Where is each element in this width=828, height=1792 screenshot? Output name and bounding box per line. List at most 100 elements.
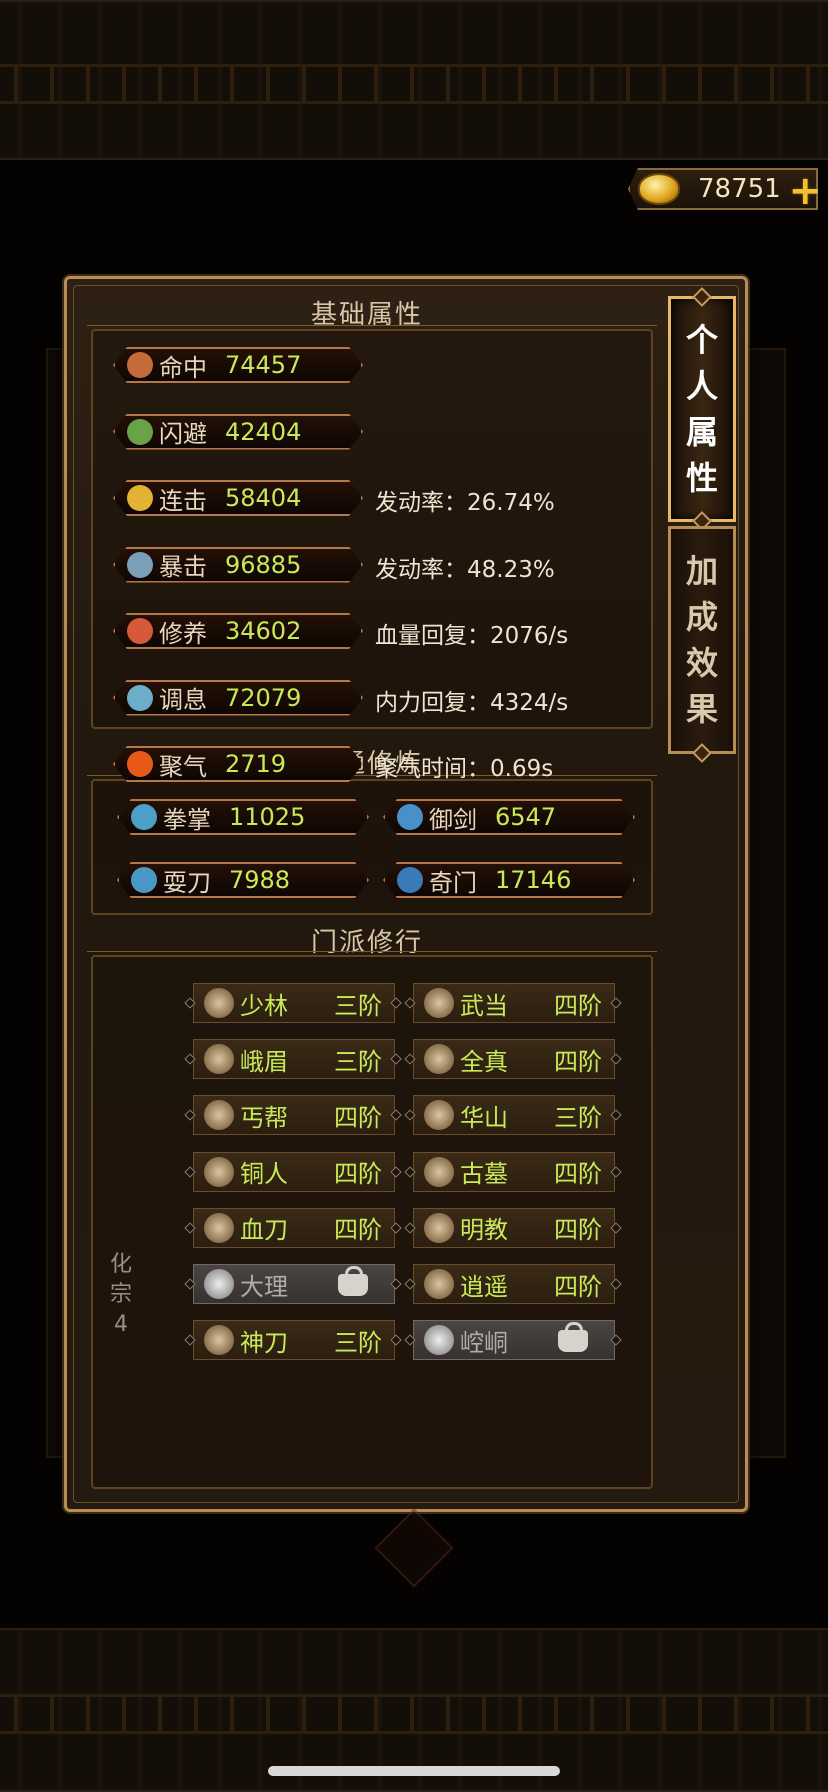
stat-extra: 发动率：26.74% <box>375 490 555 516</box>
huashan-icon <box>424 1100 454 1131</box>
basic-attributes-box <box>87 325 657 729</box>
blood-blade-icon <box>204 1212 234 1243</box>
currency-display: 78751 + <box>628 168 818 210</box>
stat-value: 34602 <box>225 617 302 645</box>
bronze-man-icon <box>204 1156 234 1187</box>
sect-item[interactable]: 峨眉 三阶 <box>193 1039 395 1080</box>
sect-rank: 四阶 <box>334 1216 382 1245</box>
sect-rank: 四阶 <box>554 991 602 1020</box>
stat-label: 命中 <box>159 353 207 382</box>
stat-row-2: 闪避 42404 <box>113 414 363 450</box>
sword-icon <box>397 804 423 830</box>
stat-row-6: 调息 72079 <box>113 680 363 716</box>
stat-label: 闪避 <box>159 420 207 448</box>
heart-icon <box>127 618 153 644</box>
crit-icon <box>127 552 153 578</box>
sect-item[interactable]: 铜人 四阶 <box>193 1151 395 1192</box>
stat-row-4: 暴击 96885 <box>113 547 363 583</box>
flame-icon <box>127 751 153 777</box>
tab-bonus-effects-label: 加成效果 <box>685 552 718 728</box>
sect-item[interactable]: 大理 <box>193 1264 395 1304</box>
sect-name: 古墓 <box>460 1160 508 1189</box>
stat-value: 42404 <box>225 417 302 446</box>
sect-name: 峨眉 <box>240 1047 288 1076</box>
mastery-item-3: 耍刀 7988 <box>117 862 369 898</box>
stat-value: 11025 <box>229 803 306 831</box>
tab-personal-attributes[interactable]: 个人属性 <box>668 287 736 531</box>
sect-item[interactable]: 明教 四阶 <box>413 1207 615 1248</box>
stat-label: 暴击 <box>159 553 207 581</box>
top-decor-band <box>0 0 828 160</box>
sect-name: 丐帮 <box>240 1103 288 1132</box>
sect-rank: 三阶 <box>334 1047 382 1076</box>
close-icon[interactable] <box>374 1508 454 1588</box>
stat-row-1: 命中 74457 <box>113 347 363 383</box>
tab-bonus-effects[interactable]: 加成效果 <box>668 526 736 763</box>
stat-label: 御剑 <box>429 805 477 834</box>
tab-personal-attributes-label: 个人属性 <box>685 321 718 497</box>
stat-extra: 内力回复：4324/s <box>375 689 569 716</box>
wudang-icon <box>424 988 454 1018</box>
stat-extra: 发动率：48.23% <box>375 556 555 583</box>
sect-name: 明教 <box>460 1216 508 1245</box>
sect-name: 崆峒 <box>460 1328 508 1357</box>
lock-icon <box>338 1266 368 1296</box>
sect-item[interactable]: 华山 三阶 <box>413 1095 615 1136</box>
emei-icon <box>204 1044 234 1075</box>
stat-value: 17146 <box>495 866 572 894</box>
stat-value: 6547 <box>495 803 557 831</box>
shaolin-icon <box>204 988 234 1018</box>
xiaoyao-icon <box>424 1269 454 1299</box>
divine-blade-icon <box>204 1325 234 1356</box>
sect-item[interactable]: 血刀 四阶 <box>193 1207 395 1248</box>
sect-rank: 三阶 <box>334 991 382 1020</box>
sect-name: 少林 <box>240 991 288 1020</box>
sect-name: 大理 <box>240 1272 288 1301</box>
stat-value: 72079 <box>225 683 302 712</box>
sect-name: 铜人 <box>240 1160 288 1189</box>
lock-icon <box>558 1322 588 1353</box>
stat-label: 修养 <box>159 619 207 648</box>
sect-item[interactable]: 逍遥 四阶 <box>413 1264 615 1304</box>
fist-icon <box>131 804 157 830</box>
sect-item[interactable]: 崆峒 <box>413 1320 615 1361</box>
exotic-icon <box>397 867 423 893</box>
sect-item[interactable]: 全真 四阶 <box>413 1039 615 1080</box>
sect-name: 神刀 <box>240 1328 288 1357</box>
breath-icon <box>127 685 153 711</box>
currency-value: 78751 <box>698 174 781 204</box>
stat-label: 拳掌 <box>163 805 211 834</box>
stat-label: 奇门 <box>429 868 477 897</box>
sect-rank: 四阶 <box>554 1272 602 1301</box>
sect-item[interactable]: 武当 四阶 <box>413 983 615 1023</box>
dodge-icon <box>127 419 153 445</box>
stat-label: 耍刀 <box>163 868 211 897</box>
stat-label: 聚气 <box>159 752 207 781</box>
blade-icon <box>131 867 157 893</box>
sect-item[interactable]: 丐帮 四阶 <box>193 1095 395 1136</box>
sect-item[interactable]: 神刀 三阶 <box>193 1320 395 1361</box>
sect-rank-label: 化宗4 <box>109 1252 132 1337</box>
stat-label: 连击 <box>159 486 207 515</box>
quanzhen-icon <box>424 1044 454 1075</box>
stat-row-5: 修养 34602 <box>113 613 363 649</box>
combo-icon <box>127 485 153 511</box>
stat-row-3: 连击 58404 <box>113 480 363 516</box>
beggar-icon <box>204 1100 234 1131</box>
stat-value: 2719 <box>225 750 287 778</box>
mastery-item-1: 拳掌 11025 <box>117 799 369 835</box>
mastery-item-4: 奇门 17146 <box>383 862 635 898</box>
stat-value: 74457 <box>225 351 302 379</box>
stat-extra: 血量回复：2076/s <box>375 623 569 649</box>
sect-rank: 四阶 <box>334 1160 382 1189</box>
sect-name: 逍遥 <box>460 1272 508 1301</box>
stat-row-7: 聚气 2719 <box>113 746 363 782</box>
sect-rank: 三阶 <box>554 1103 602 1132</box>
sect-item[interactable]: 少林 三阶 <box>193 983 395 1023</box>
kongtong-icon <box>424 1325 454 1356</box>
attribute-panel: 基础属性 精通修炼 门派修行 命中 74457 闪避 42404 连击 58404 发动率：… <box>64 276 748 1512</box>
sect-rank: 四阶 <box>554 1047 602 1076</box>
gold-ingot-icon <box>640 175 678 203</box>
add-currency-icon[interactable]: + <box>788 171 818 210</box>
sect-item[interactable]: 古墓 四阶 <box>413 1151 615 1192</box>
